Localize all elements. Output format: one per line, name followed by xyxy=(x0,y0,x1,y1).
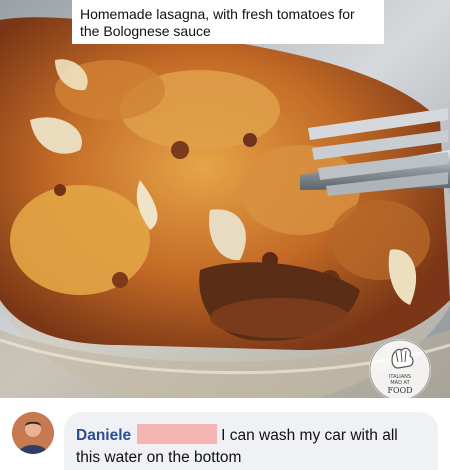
comment-bubble: Daniele I can wash my car with all this w… xyxy=(64,412,438,470)
comment-section: Daniele I can wash my car with all this w… xyxy=(0,398,450,470)
comment-author[interactable]: Daniele xyxy=(76,427,131,444)
watermark-logo: ITALIANS MAD AT FOOD xyxy=(368,338,432,402)
photo-caption: Homemade lasagna, with fresh tomatoes fo… xyxy=(72,0,384,44)
avatar[interactable] xyxy=(12,412,54,454)
svg-text:FOOD: FOOD xyxy=(387,386,412,395)
redacted-name-block xyxy=(137,424,218,444)
